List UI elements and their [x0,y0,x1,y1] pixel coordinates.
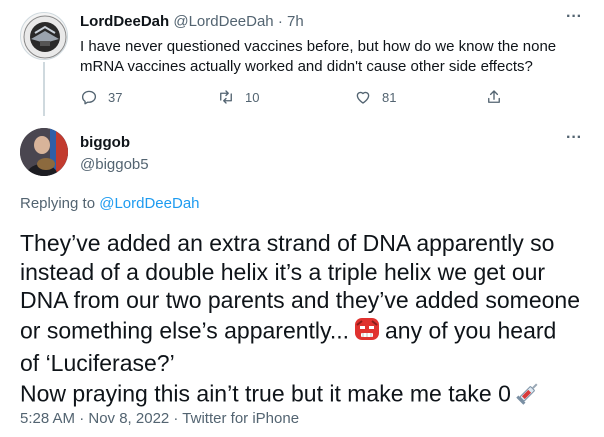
tweet-text-line: instead of a double helix it’s a triple … [20,258,546,285]
share-button[interactable] [485,88,513,106]
more-options-icon[interactable]: ··· [564,130,584,147]
syringe-emoji-icon [515,378,543,413]
tweet-text-fragment: or something else’s apparently... [20,316,349,343]
profile-photo-image [20,128,68,176]
reply-count: 37 [108,89,123,105]
tweet-text-line: They’ve added an extra strand of DNA app… [20,230,555,256]
tweet-text-line-with-emoji: or something else’s apparently... any of … [20,315,590,350]
reply-icon [81,90,97,105]
handle[interactable]: @LordDeeDah [173,13,273,30]
like-button[interactable]: 81 [354,88,396,106]
tweet-text-line: DNA from our two parents and they’ve add… [20,287,580,313]
replying-to: Replying to @LordDeeDah [20,195,200,212]
tweet-text-fragment: Now praying this ain’t true but it make … [20,379,511,406]
display-name[interactable]: LordDeeDah [80,13,169,30]
tweet-metadata: 5:28 AM · Nov 8, 2022 · Twitter for iPho… [20,410,300,427]
tweet-text-line-with-emoji: Now praying this ain’t true but it make … [20,378,590,413]
handle[interactable]: @biggob5 [80,156,149,173]
goblin-emoji-icon [353,315,381,350]
main-tweet-text: They’ve added an extra strand of DNA app… [20,229,590,412]
tweet-actions: 37 10 81 [80,88,520,108]
parent-tweet-text: I have never questioned vaccines before,… [80,38,557,75]
thread-connector-line [43,62,45,116]
like-count: 81 [382,89,397,105]
avatar[interactable] [20,128,68,176]
retweet-button[interactable]: 10 [217,88,259,106]
display-name[interactable]: biggob [80,134,130,151]
parent-tweet-header: LordDeeDah @LordDeeDah · 7h [80,13,304,30]
more-options-icon[interactable]: ··· [564,9,584,26]
tweet-thread: LordDeeDah @LordDeeDah · 7h ··· I have n… [0,0,604,437]
replying-to-link[interactable]: @LordDeeDah [99,195,199,212]
heart-icon [356,91,370,104]
share-icon [488,90,500,103]
avatar[interactable] [20,12,68,60]
retweet-count: 10 [245,89,260,105]
replying-to-label: Replying to [20,195,96,212]
tweet-text-fragment: any of you heard [385,316,557,343]
tweet-text-line: of ‘Luciferase?’ [20,350,175,376]
logo-avatar-image [23,15,67,59]
reply-button[interactable]: 37 [80,88,122,106]
timestamp[interactable]: 7h [287,13,304,30]
retweet-icon [220,90,232,104]
separator: · [277,13,283,30]
